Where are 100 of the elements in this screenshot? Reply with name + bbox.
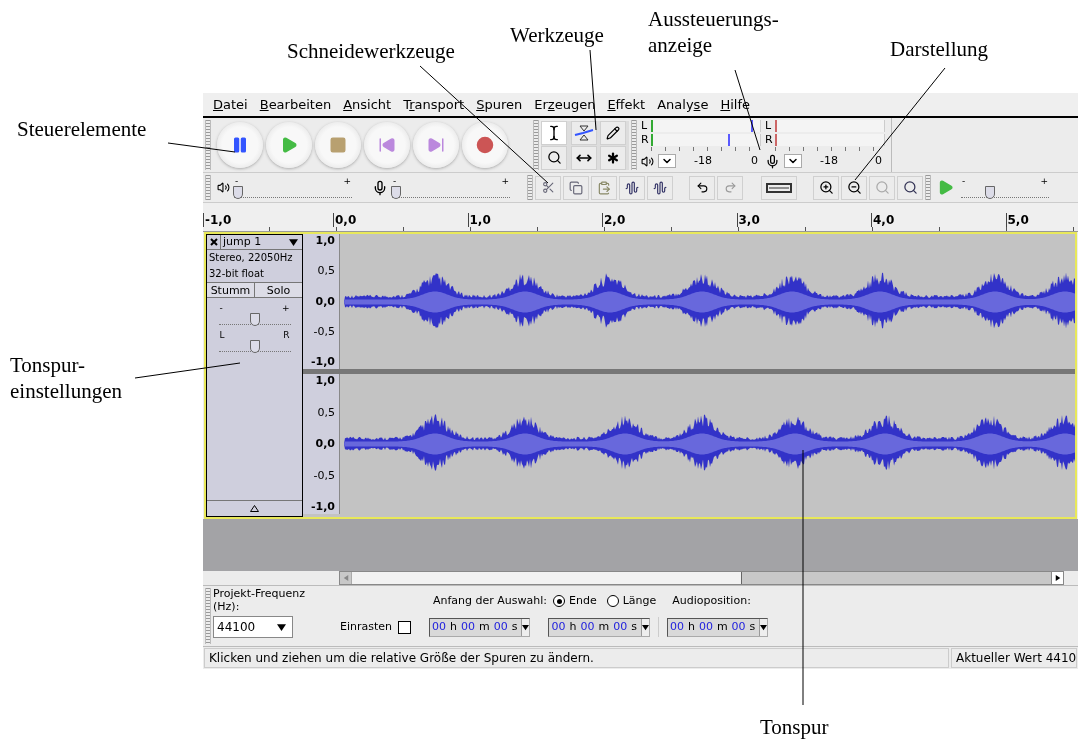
scroll-right-button[interactable] — [1051, 572, 1063, 584]
slider-thumb[interactable] — [390, 186, 401, 199]
multi-tool-button[interactable] — [600, 145, 627, 170]
menu-item[interactable]: Erzeugen — [528, 94, 602, 115]
magnifier-icon — [902, 180, 918, 195]
right-arrow-icon — [1054, 575, 1061, 581]
sync-lock-button[interactable] — [761, 175, 797, 200]
slider-thumb[interactable] — [249, 313, 260, 326]
zoom-in-icon — [818, 180, 834, 195]
redo-icon — [723, 181, 737, 194]
triangle-icon — [250, 505, 259, 512]
time-shift-tool-button[interactable] — [570, 145, 597, 170]
trim-button[interactable] — [619, 175, 645, 200]
magnifier-icon — [874, 180, 890, 195]
draw-tool-button[interactable] — [600, 120, 627, 145]
annotation-label: Darstellung — [890, 36, 988, 62]
caret-icon — [522, 623, 530, 631]
amplitude-label: 1,0 — [315, 375, 335, 387]
slider-max-label: + — [501, 177, 509, 186]
slider[interactable] — [392, 186, 510, 198]
annotation-label: Werkzeuge — [510, 22, 604, 48]
snap-label: Einrasten — [340, 618, 393, 635]
slider-max-label: + — [343, 177, 351, 186]
toolbar-grip[interactable] — [533, 120, 539, 170]
zoom-in-button[interactable] — [813, 175, 839, 200]
toolbar-grip[interactable] — [205, 120, 211, 170]
microphone-icon — [372, 179, 388, 196]
time-field[interactable]: 00 h 00 m 00 s — [548, 617, 650, 637]
menu-item[interactable]: Analyse — [651, 94, 715, 115]
undo-icon — [695, 181, 709, 194]
slider-thumb[interactable] — [985, 186, 996, 199]
meter-scale-label: -18 — [820, 155, 838, 167]
selection-tool-button[interactable] — [541, 120, 567, 145]
ruler-label: -1,0 — [203, 213, 333, 227]
toolbar-grip[interactable] — [527, 175, 533, 200]
annotation-label: Aussteuerungs- anzeige — [648, 6, 779, 58]
meter-menu-button[interactable] — [658, 154, 676, 168]
menu-item[interactable]: Ansicht — [337, 94, 398, 115]
solo-button[interactable]: Solo — [255, 283, 302, 297]
cut-button[interactable] — [535, 175, 561, 200]
menu-item[interactable]: Transport — [397, 94, 471, 115]
mute-button[interactable]: Stumm — [207, 283, 255, 297]
scrollbar-thumb[interactable] — [352, 572, 742, 584]
slider-max-label: + — [281, 304, 290, 313]
slider-min-label: - — [962, 177, 966, 186]
project-rate-dropdown[interactable]: 44100 — [213, 616, 293, 638]
slider-min-label: - — [235, 177, 239, 186]
track-name-menu[interactable]: jump 1 — [221, 235, 302, 249]
meter-channel-label: R — [765, 134, 774, 146]
menu-item[interactable]: Effekt — [601, 94, 652, 115]
annotation-label: Tonspur- einstellungen — [10, 352, 122, 404]
radio-label[interactable]: Länge — [622, 592, 657, 610]
record-button[interactable] — [462, 122, 508, 168]
skip-to-start-button[interactable] — [364, 122, 410, 168]
fit-project-button[interactable] — [897, 175, 923, 200]
amplitude-label: -1,0 — [310, 356, 335, 368]
slider[interactable] — [234, 186, 352, 198]
radio-button[interactable] — [553, 595, 566, 607]
radio-label[interactable]: Ende — [569, 592, 597, 610]
radio-button[interactable] — [606, 595, 619, 607]
stop-button[interactable] — [315, 122, 361, 168]
copy-button[interactable] — [563, 175, 589, 200]
slider[interactable] — [961, 186, 1049, 198]
menu-item[interactable]: Bearbeiten — [253, 94, 338, 115]
time-field[interactable]: 00 h 00 m 00 s — [666, 617, 769, 637]
zoom-tool-button[interactable] — [541, 145, 567, 170]
close-track-button[interactable] — [207, 235, 221, 249]
slider-min-label: - — [393, 177, 397, 186]
slider[interactable] — [218, 340, 291, 352]
pause-button[interactable] — [217, 122, 263, 168]
zoom-out-button[interactable] — [841, 175, 867, 200]
waveform-icon — [653, 180, 667, 195]
undo-button[interactable] — [689, 175, 715, 200]
annotation-label: Schneidewerkzeuge — [287, 38, 455, 64]
silence-button[interactable] — [647, 175, 673, 200]
amplitude-label: 1,0 — [315, 235, 335, 247]
record-icon — [476, 136, 494, 154]
toolbar-grip[interactable] — [925, 175, 931, 200]
meter-menu-button[interactable] — [784, 154, 802, 168]
clipboard-icon — [597, 180, 611, 195]
copy-icon — [569, 180, 583, 195]
toolbar-grip[interactable] — [631, 120, 637, 170]
toolbar-grip[interactable] — [205, 588, 211, 644]
toolbar-grip[interactable] — [205, 175, 211, 200]
envelope-tool-button[interactable] — [570, 120, 597, 145]
menu-item[interactable]: Datei — [207, 94, 254, 115]
meter-channel-label: L — [641, 120, 649, 132]
slider[interactable] — [218, 313, 291, 325]
slider-thumb[interactable] — [232, 186, 243, 199]
pencil-icon — [606, 125, 621, 140]
horizontal-scrollbar[interactable] — [339, 571, 1064, 585]
meter-scale-label: 0 — [751, 155, 758, 167]
skip-to-end-button[interactable] — [413, 122, 459, 168]
menu-item[interactable]: Spuren — [470, 94, 529, 115]
amplitude-label: -0,5 — [313, 469, 335, 482]
ruler-label: 0,0 — [333, 213, 468, 227]
slider-thumb[interactable] — [249, 340, 260, 353]
snap-checkbox[interactable] — [398, 620, 412, 634]
time-field[interactable]: 00 h 00 m 00 s — [429, 617, 531, 637]
play-button[interactable] — [266, 122, 312, 168]
